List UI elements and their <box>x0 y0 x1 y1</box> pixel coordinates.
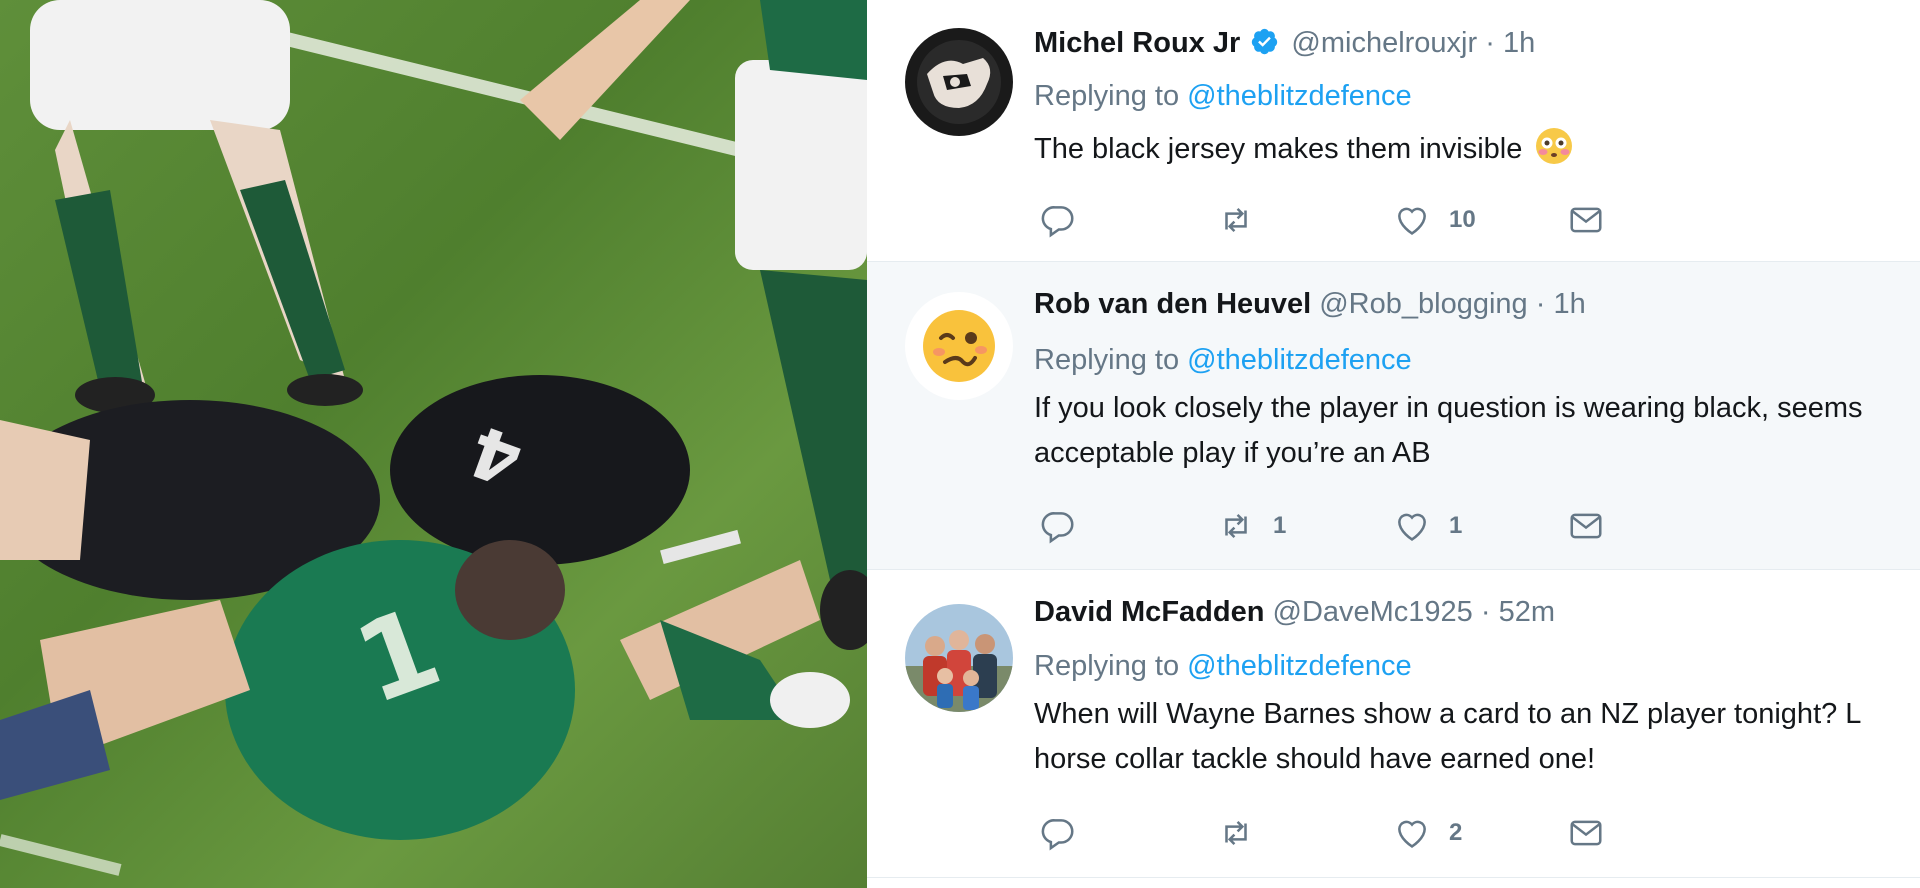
video-still[interactable]: 4 1 <box>0 0 867 888</box>
like-button[interactable]: 10 <box>1393 200 1476 240</box>
replies-list: Michel Roux Jr @michelrouxjr · 1h Replyi… <box>867 0 1920 888</box>
tweet-actions: 2 <box>1039 813 1739 853</box>
woozy-face-avatar-icon <box>905 292 1013 400</box>
tweet-header: David McFadden @DaveMc1925 · 52m <box>1034 594 1555 630</box>
replying-to: Replying to @theblitzdefence <box>1034 342 1412 378</box>
like-count: 1 <box>1449 512 1463 539</box>
tweet-header: Rob van den Heuvel @Rob_blogging · 1h <box>1034 286 1586 322</box>
replying-prefix: Replying to <box>1034 80 1180 112</box>
mention-link[interactable]: @theblitzdefence <box>1187 344 1412 376</box>
display-name[interactable]: Rob van den Heuvel <box>1034 288 1311 320</box>
mention-link[interactable]: @theblitzdefence <box>1187 80 1412 112</box>
user-handle[interactable]: @Rob_blogging <box>1319 288 1527 320</box>
reply-tweet[interactable]: Rob van den Heuvel @Rob_blogging · 1h Re… <box>867 262 1920 570</box>
replying-prefix: Replying to <box>1034 344 1180 376</box>
reply-icon <box>1041 206 1074 238</box>
display-name[interactable]: David McFadden <box>1034 596 1264 628</box>
reply-button[interactable] <box>1039 506 1095 546</box>
direct-message-button[interactable] <box>1567 506 1605 546</box>
heart-icon <box>1398 820 1426 848</box>
tweet-text-line: acceptable play if you’re an AB <box>1034 437 1431 469</box>
heart-icon <box>1398 513 1426 541</box>
direct-message-button[interactable] <box>1567 200 1605 240</box>
tweet-text: The black jersey makes them invisible <box>1034 126 1574 172</box>
avatar[interactable] <box>905 292 1013 400</box>
flushed-face-emoji-icon <box>1536 128 1573 164</box>
like-button[interactable]: 2 <box>1393 813 1462 853</box>
retweet-count: 1 <box>1273 512 1287 539</box>
verified-badge-icon <box>1252 28 1278 55</box>
avatar[interactable] <box>905 604 1013 712</box>
michel-roux-avatar-icon <box>905 28 1013 136</box>
timestamp[interactable]: 52m <box>1499 596 1555 628</box>
like-button[interactable]: 1 <box>1393 506 1462 546</box>
like-count: 10 <box>1449 206 1476 233</box>
envelope-icon <box>1570 513 1602 539</box>
reply-tweet[interactable]: Michel Roux Jr @michelrouxjr · 1h Replyi… <box>867 0 1920 262</box>
display-name[interactable]: Michel Roux Jr <box>1034 27 1240 59</box>
timestamp[interactable]: 1h <box>1503 27 1535 59</box>
rugby-scene-illustration: 4 1 <box>0 0 867 876</box>
retweet-icon <box>1225 514 1247 538</box>
reply-icon <box>1041 819 1074 851</box>
family-photo-avatar-icon <box>905 604 1013 712</box>
reply-button[interactable] <box>1039 200 1095 240</box>
retweet-button[interactable] <box>1217 813 1273 853</box>
tweet-text-line: The black jersey makes them invisible <box>1034 133 1523 165</box>
timestamp[interactable]: 1h <box>1553 288 1585 320</box>
direct-message-button[interactable] <box>1567 813 1605 853</box>
tweet-header: Michel Roux Jr @michelrouxjr · 1h <box>1034 25 1535 61</box>
tweet-text: When will Wayne Barnes show a card to an… <box>1034 692 1861 782</box>
reply-icon <box>1041 512 1074 544</box>
tweet-actions: 10 <box>1039 200 1739 240</box>
retweet-button[interactable]: 1 <box>1217 506 1286 546</box>
avatar[interactable] <box>905 28 1013 136</box>
replying-to: Replying to @theblitzdefence <box>1034 648 1412 684</box>
envelope-icon <box>1570 207 1602 233</box>
reply-button[interactable] <box>1039 813 1095 853</box>
reply-tweet[interactable]: David McFadden @DaveMc1925 · 52m Replyin… <box>867 570 1920 878</box>
tweet-actions: 1 1 <box>1039 506 1739 546</box>
replying-to: Replying to @theblitzdefence <box>1034 78 1412 114</box>
like-count: 2 <box>1449 819 1463 846</box>
tweet-text-line: horse collar tackle should have earned o… <box>1034 743 1596 775</box>
tweet-text-line: If you look closely the player in questi… <box>1034 392 1863 424</box>
mention-link[interactable]: @theblitzdefence <box>1187 650 1412 682</box>
user-handle[interactable]: @michelrouxjr <box>1291 27 1477 59</box>
heart-icon <box>1398 207 1426 235</box>
retweet-button[interactable] <box>1217 200 1273 240</box>
separator-dot: · <box>1485 27 1495 59</box>
retweet-icon <box>1225 208 1247 232</box>
envelope-icon <box>1570 820 1602 846</box>
separator-dot: · <box>1535 288 1546 320</box>
user-handle[interactable]: @DaveMc1925 <box>1273 596 1473 628</box>
replying-prefix: Replying to <box>1034 650 1180 682</box>
tweet-text-line: When will Wayne Barnes show a card to an… <box>1034 698 1862 730</box>
tweet-text: If you look closely the player in questi… <box>1034 386 1863 476</box>
retweet-icon <box>1225 821 1247 845</box>
separator-dot: · <box>1480 596 1491 628</box>
